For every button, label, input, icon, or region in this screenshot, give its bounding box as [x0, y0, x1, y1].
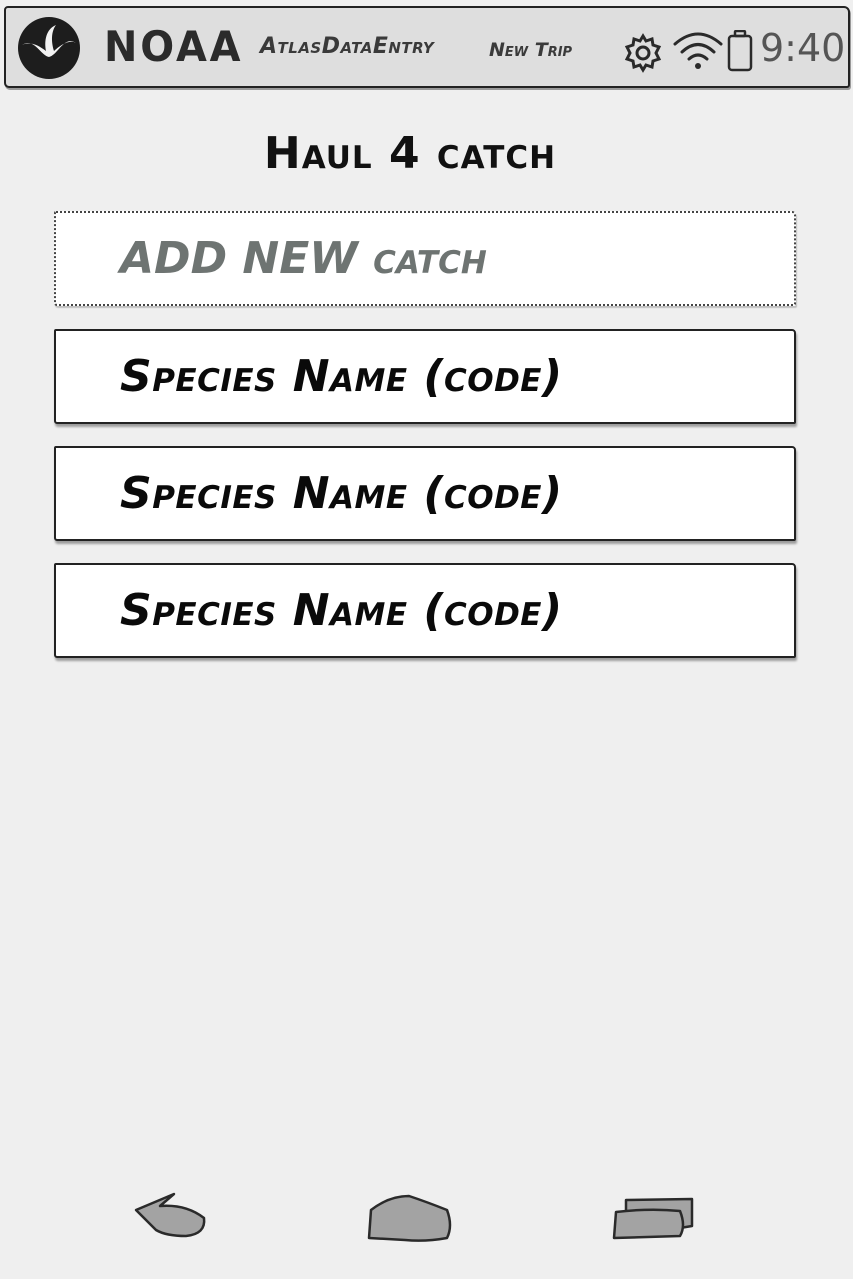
list-item[interactable]: Species Name (code): [54, 563, 796, 658]
app-title: AtlasDataEntry: [260, 34, 435, 59]
add-new-catch-label: ADD NEW catch: [120, 233, 487, 284]
recent-apps-icon[interactable]: [610, 1196, 698, 1242]
new-trip-link[interactable]: New Trip: [489, 39, 572, 61]
wifi-icon: [673, 32, 723, 69]
gear-icon[interactable]: [622, 32, 664, 74]
status-bar: NOAA AtlasDataEntry New Trip 9:40: [4, 6, 850, 88]
add-new-catch-button[interactable]: ADD NEW catch: [54, 211, 796, 306]
status-time: 9:40: [760, 26, 846, 70]
home-icon[interactable]: [365, 1192, 455, 1244]
noaa-logo-icon: [18, 17, 80, 79]
species-name-label: Species Name (code): [120, 468, 563, 519]
brand-name: NOAA: [104, 22, 244, 71]
species-name-label: Species Name (code): [120, 585, 563, 636]
list-item[interactable]: Species Name (code): [54, 329, 796, 424]
species-name-label: Species Name (code): [120, 351, 563, 402]
page-title: Haul 4 catch: [263, 128, 557, 179]
battery-icon: [727, 30, 753, 72]
list-item[interactable]: Species Name (code): [54, 446, 796, 541]
back-icon[interactable]: [130, 1190, 210, 1242]
